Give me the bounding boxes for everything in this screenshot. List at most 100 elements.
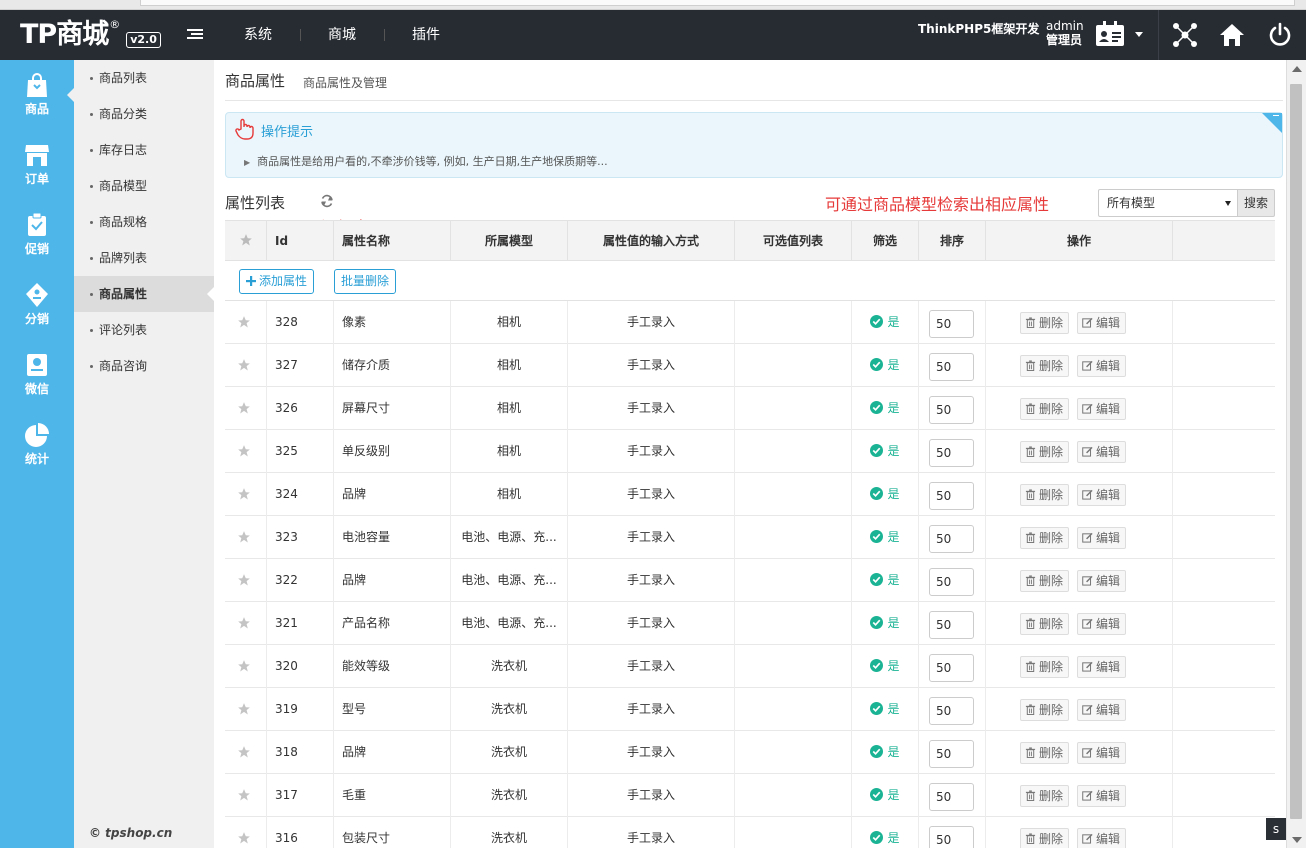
search-button[interactable]: 搜索 [1237, 189, 1275, 217]
delete-button[interactable]: 删除 [1020, 570, 1070, 592]
filter-cell[interactable]: 是 [852, 430, 919, 473]
star-icon[interactable] [237, 315, 251, 329]
filter-cell[interactable]: 是 [852, 645, 919, 688]
filter-cell[interactable]: 是 [852, 516, 919, 559]
delete-button[interactable]: 删除 [1020, 441, 1070, 463]
sort-input[interactable]: 50 [929, 654, 974, 682]
home-icon[interactable] [1219, 22, 1245, 48]
filter-cell[interactable]: 是 [852, 817, 919, 848]
filter-cell[interactable]: 是 [852, 602, 919, 645]
star-icon[interactable] [237, 530, 251, 544]
sidebar-item-promotion[interactable]: 促销 [0, 200, 74, 270]
admin-dropdown-caret-icon[interactable] [1135, 32, 1143, 37]
filter-cell[interactable]: 是 [852, 301, 919, 344]
batch-delete-button[interactable]: 批量删除 [334, 269, 397, 294]
admin-info[interactable]: admin 管理员 [1046, 19, 1084, 47]
sort-input[interactable]: 50 [929, 396, 974, 424]
star-icon[interactable] [237, 573, 251, 587]
filter-yes[interactable]: 是 [870, 745, 900, 759]
model-select[interactable]: 所有模型 [1098, 189, 1238, 217]
sidebar-item-orders[interactable]: 订单 [0, 130, 74, 200]
submenu-item-goods-attribute[interactable]: 商品属性 [74, 276, 214, 312]
scroll-down-icon[interactable] [1292, 837, 1302, 843]
vertical-scrollbar[interactable] [1286, 60, 1306, 848]
submenu-item-goods-spec[interactable]: 商品规格 [74, 204, 214, 240]
delete-button[interactable]: 删除 [1020, 742, 1070, 764]
edit-button[interactable]: 编辑 [1077, 527, 1127, 549]
submenu-item-comment-list[interactable]: 评论列表 [74, 312, 214, 348]
filter-yes[interactable]: 是 [870, 831, 900, 845]
filter-cell[interactable]: 是 [852, 387, 919, 430]
submenu-item-goods-list[interactable]: 商品列表 [74, 60, 214, 96]
filter-cell[interactable]: 是 [852, 473, 919, 516]
power-icon[interactable] [1267, 22, 1293, 48]
sort-input[interactable]: 50 [929, 568, 974, 596]
delete-button[interactable]: 删除 [1020, 312, 1070, 334]
submenu-item-goods-category[interactable]: 商品分类 [74, 96, 214, 132]
menu-toggle-icon[interactable] [187, 29, 203, 43]
filter-yes[interactable]: 是 [870, 788, 900, 802]
filter-yes[interactable]: 是 [870, 702, 900, 716]
edit-button[interactable]: 编辑 [1077, 441, 1127, 463]
filter-yes[interactable]: 是 [870, 401, 900, 415]
filter-yes[interactable]: 是 [870, 315, 900, 329]
sidebar-item-statistics[interactable]: 统计 [0, 410, 74, 480]
filter-yes[interactable]: 是 [870, 444, 900, 458]
nav-system[interactable]: 系统 [216, 10, 300, 60]
filter-yes[interactable]: 是 [870, 659, 900, 673]
star-icon[interactable] [237, 702, 251, 716]
filter-yes[interactable]: 是 [870, 573, 900, 587]
submenu-item-goods-consult[interactable]: 商品咨询 [74, 348, 214, 384]
edit-button[interactable]: 编辑 [1077, 484, 1127, 506]
delete-button[interactable]: 删除 [1020, 785, 1070, 807]
sort-input[interactable]: 50 [929, 826, 974, 848]
filter-cell[interactable]: 是 [852, 688, 919, 731]
edit-button[interactable]: 编辑 [1077, 699, 1127, 721]
star-icon[interactable] [237, 358, 251, 372]
sort-input[interactable]: 50 [929, 611, 974, 639]
delete-button[interactable]: 删除 [1020, 398, 1070, 420]
edit-button[interactable]: 编辑 [1077, 785, 1127, 807]
sidebar-item-distribution[interactable]: 分销 [0, 270, 74, 340]
delete-button[interactable]: 删除 [1020, 355, 1070, 377]
scroll-thumb[interactable] [1290, 84, 1302, 819]
star-icon[interactable] [237, 444, 251, 458]
filter-cell[interactable]: 是 [852, 559, 919, 602]
nav-plugins[interactable]: 插件 [384, 10, 468, 60]
star-icon[interactable] [237, 831, 251, 845]
star-icon[interactable] [237, 616, 251, 630]
delete-button[interactable]: 删除 [1020, 656, 1070, 678]
id-card-icon[interactable] [1095, 21, 1125, 47]
scroll-up-icon[interactable] [1292, 66, 1302, 72]
edit-button[interactable]: 编辑 [1077, 613, 1127, 635]
delete-button[interactable]: 删除 [1020, 484, 1070, 506]
sort-input[interactable]: 50 [929, 525, 974, 553]
star-icon[interactable] [237, 401, 251, 415]
floating-widget[interactable]: s [1266, 818, 1286, 840]
edit-button[interactable]: 编辑 [1077, 312, 1127, 334]
star-icon[interactable] [237, 487, 251, 501]
delete-button[interactable]: 删除 [1020, 613, 1070, 635]
filter-cell[interactable]: 是 [852, 774, 919, 817]
sort-input[interactable]: 50 [929, 783, 974, 811]
sort-input[interactable]: 50 [929, 697, 974, 725]
filter-cell[interactable]: 是 [852, 731, 919, 774]
edit-button[interactable]: 编辑 [1077, 398, 1127, 420]
tip-collapse-corner[interactable] [1262, 113, 1282, 133]
sidebar-item-wechat[interactable]: 微信 [0, 340, 74, 410]
logo[interactable]: TP商城 ® v2.0 [20, 18, 161, 52]
refresh-icon[interactable] [320, 194, 334, 208]
nav-mall[interactable]: 商城 [300, 10, 384, 60]
submenu-item-stock-log[interactable]: 库存日志 [74, 132, 214, 168]
add-attribute-button[interactable]: 添加属性 [239, 269, 315, 294]
star-icon[interactable] [237, 788, 251, 802]
filter-cell[interactable]: 是 [852, 344, 919, 387]
sidebar-item-goods[interactable]: 商品 [0, 60, 74, 130]
delete-button[interactable]: 删除 [1020, 527, 1070, 549]
edit-button[interactable]: 编辑 [1077, 742, 1127, 764]
edit-button[interactable]: 编辑 [1077, 355, 1127, 377]
sort-input[interactable]: 50 [929, 310, 974, 338]
edit-button[interactable]: 编辑 [1077, 570, 1127, 592]
delete-button[interactable]: 删除 [1020, 699, 1070, 721]
edit-button[interactable]: 编辑 [1077, 828, 1127, 848]
